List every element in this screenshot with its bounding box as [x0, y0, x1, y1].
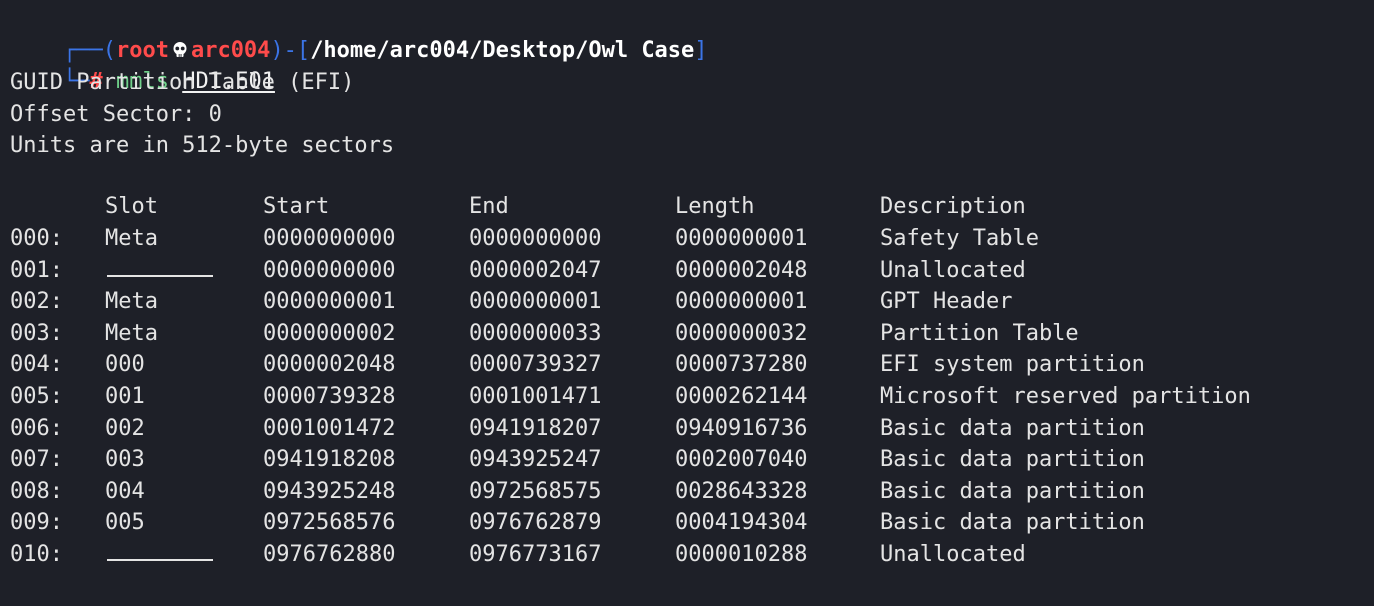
output-units: Units are in 512-byte sectors [10, 133, 395, 158]
cell-idx: 007: [10, 447, 63, 473]
cell-end: 0976773167 [469, 542, 602, 567]
cell-idx: 001: [10, 257, 63, 283]
cell-slot: Meta [105, 226, 158, 251]
cell-end: 0943925247 [469, 447, 602, 473]
cell-end: 0976762879 [469, 510, 602, 536]
cell-end: 0941918207 [469, 415, 602, 441]
cell-desc: Unallocated [880, 542, 1026, 567]
prompt-frame-mid: )-[ [270, 38, 311, 63]
cell-start: 0972568576 [263, 510, 396, 536]
cell-idx: 000: [10, 226, 63, 251]
cell-end: 0000000001 [469, 289, 602, 315]
cell-desc: Safety Table [880, 226, 1039, 251]
cell-idx: 006: [10, 415, 63, 441]
column-header-description: Description [880, 194, 1026, 219]
cell-idx: 009: [10, 510, 63, 536]
cell-slot: 000 [105, 352, 145, 378]
cell-start: 0000000002 [263, 320, 396, 346]
cell-desc: Basic data partition [880, 510, 1145, 536]
prompt-line: ┌──(root arc004)-[/home/arc004/Desktop/Ow… [10, 4, 708, 63]
cell-start: 0000000000 [263, 257, 396, 283]
cell-desc: Unallocated [880, 257, 1026, 283]
cell-start: 0000000000 [263, 226, 396, 251]
cell-desc: Partition Table [880, 320, 1079, 346]
cell-desc: Microsoft reserved partition [880, 384, 1251, 409]
cell-length: 0000010288 [675, 542, 808, 567]
cell-end: 0000002047 [469, 257, 602, 283]
prompt-path: /home/arc004/Desktop/Owl Case [310, 38, 695, 63]
cell-length: 0000000001 [675, 226, 808, 251]
output-offset: Offset Sector: 0 [10, 102, 222, 127]
cell-end: 0000739327 [469, 352, 602, 378]
column-header-start: Start [263, 194, 330, 219]
terminal-window[interactable]: ┌──(root arc004)-[/home/arc004/Desktop/Ow… [0, 0, 1374, 606]
column-header-slot: Slot [105, 194, 158, 219]
cell-desc: GPT Header [880, 289, 1013, 315]
cell-end: 0001001471 [469, 384, 602, 409]
cell-end: 0000000033 [469, 320, 602, 346]
cell-desc: Basic data partition [880, 415, 1145, 441]
output-partition-type: GUID Partition Table (EFI) [10, 70, 355, 95]
cell-length: 0000000001 [675, 289, 808, 315]
cell-start: 0000000001 [263, 289, 396, 315]
cell-idx: 008: [10, 478, 63, 504]
cell-start: 0941918208 [263, 447, 396, 473]
cell-desc: Basic data partition [880, 478, 1145, 504]
unallocated-slot-dash [107, 274, 213, 277]
column-header-end: End [469, 194, 509, 219]
cell-length: 0940916736 [675, 415, 808, 441]
cell-start: 0976762880 [263, 542, 396, 567]
cell-slot: 004 [105, 478, 145, 504]
cell-slot: 002 [105, 415, 145, 441]
cell-slot: 003 [105, 447, 145, 473]
cell-length: 0028643328 [675, 478, 808, 504]
cell-idx: 004: [10, 352, 63, 378]
cell-length: 0000737280 [675, 352, 808, 378]
command-line[interactable]: └─# mmls HD1.E01 [10, 35, 275, 94]
cell-length: 0000002048 [675, 257, 808, 283]
cell-slot: 001 [105, 384, 145, 409]
cell-slot: Meta [105, 320, 158, 346]
cell-end: 0000000000 [469, 226, 602, 251]
cell-length: 0000000032 [675, 320, 808, 346]
cell-start: 0943925248 [263, 478, 396, 504]
cell-slot: Meta [105, 289, 158, 315]
unallocated-slot-dash [107, 559, 213, 561]
cell-end: 0972568575 [469, 478, 602, 504]
cell-idx: 003: [10, 320, 63, 346]
cell-start: 0001001472 [263, 415, 396, 441]
cell-desc: Basic data partition [880, 447, 1145, 473]
cell-idx: 005: [10, 384, 63, 409]
cell-idx: 010: [10, 542, 63, 567]
cell-idx: 002: [10, 289, 63, 315]
cell-slot: 005 [105, 510, 145, 536]
cell-length: 0004194304 [675, 510, 808, 536]
cell-start: 0000739328 [263, 384, 396, 409]
column-header-length: Length [675, 194, 755, 219]
cell-length: 0000262144 [675, 384, 808, 409]
prompt-frame-close: ] [694, 38, 708, 63]
cell-length: 0002007040 [675, 447, 808, 473]
cell-desc: EFI system partition [880, 352, 1145, 378]
cell-start: 0000002048 [263, 352, 396, 378]
